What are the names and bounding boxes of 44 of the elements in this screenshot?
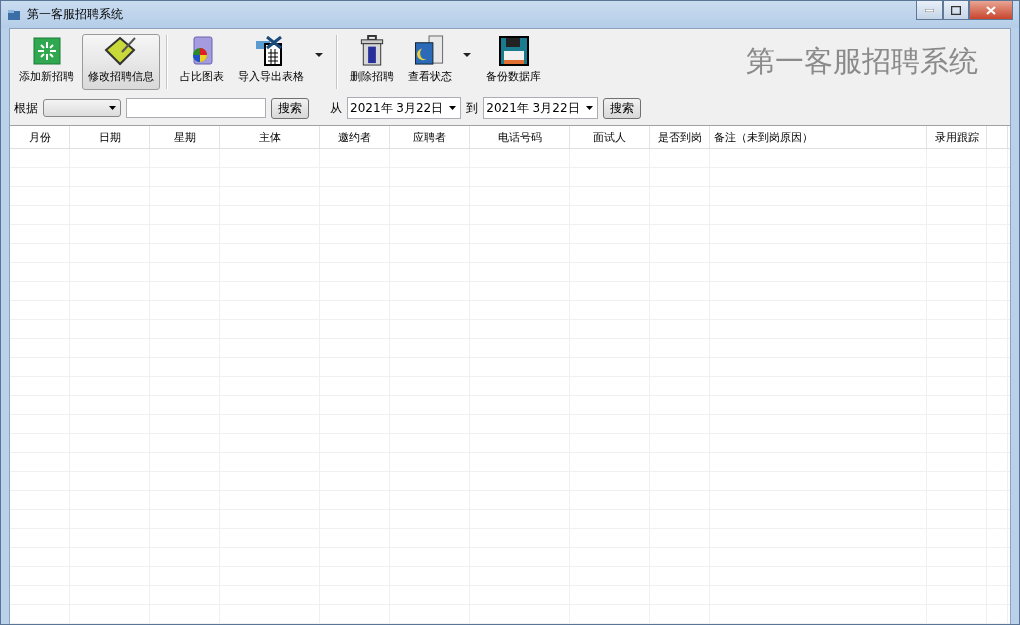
column-header[interactable]: 电话号码	[497, 129, 542, 145]
close-button[interactable]	[969, 1, 1013, 20]
minimize-button[interactable]	[916, 1, 943, 20]
search-field[interactable]	[126, 98, 266, 118]
column-header[interactable]: 备注（未到岗原因）	[714, 129, 813, 145]
column-header[interactable]: 是否到岗	[657, 129, 702, 145]
toolbar-button[interactable]: 查看状态	[402, 34, 458, 90]
caret-icon	[109, 106, 116, 110]
to-label: 到	[466, 99, 479, 117]
window-title: 第一客服招聘系统	[27, 6, 123, 23]
from-label: 从	[330, 99, 342, 117]
search-button[interactable]: 搜索	[602, 97, 641, 119]
toolbar-button[interactable]: 添加新招聘	[13, 34, 80, 90]
date-picker[interactable]: 2021年 3月22日	[483, 97, 598, 119]
column-header[interactable]: 应聘者	[413, 129, 446, 145]
caret-icon	[449, 106, 457, 110]
minimize-icon	[925, 8, 934, 12]
column-header[interactable]: 日期	[98, 129, 121, 145]
dropdown-caret-icon[interactable]	[463, 53, 471, 57]
sparkle-icon	[31, 36, 62, 66]
caret-icon	[585, 106, 593, 110]
date-picker[interactable]: 2021年 3月22日	[347, 97, 462, 119]
toolbar-button[interactable]: 删除招聘	[344, 34, 400, 90]
column-header[interactable]: 主体	[258, 129, 281, 145]
filter-label: 根据	[14, 99, 38, 117]
filter-dropdown[interactable]	[43, 99, 121, 117]
restore-icon	[951, 5, 961, 15]
maximize-button[interactable]	[943, 1, 969, 20]
app-banner-title: 第一客服招聘系统	[746, 43, 978, 80]
column-header[interactable]: 月份	[28, 129, 51, 145]
tablet-pen-icon	[104, 36, 138, 66]
toolbar-button[interactable]: 导入导出表格	[232, 34, 310, 90]
toolbar-button[interactable]: 占比图表	[174, 34, 230, 90]
column-header[interactable]: 面试人	[593, 129, 626, 145]
dropdown-caret-icon[interactable]	[315, 53, 323, 57]
trash-icon	[359, 35, 385, 66]
close-icon	[986, 5, 996, 15]
app-icon	[7, 8, 21, 21]
toolbar-button[interactable]: 修改招聘信息	[82, 34, 160, 90]
column-header[interactable]: 录用跟踪	[934, 129, 979, 145]
toolbar-button[interactable]: 备份数据库	[480, 34, 547, 90]
search-button[interactable]: 搜索	[271, 97, 309, 119]
column-header[interactable]: 星期	[173, 129, 196, 145]
column-header[interactable]: 邀约者	[338, 129, 371, 145]
